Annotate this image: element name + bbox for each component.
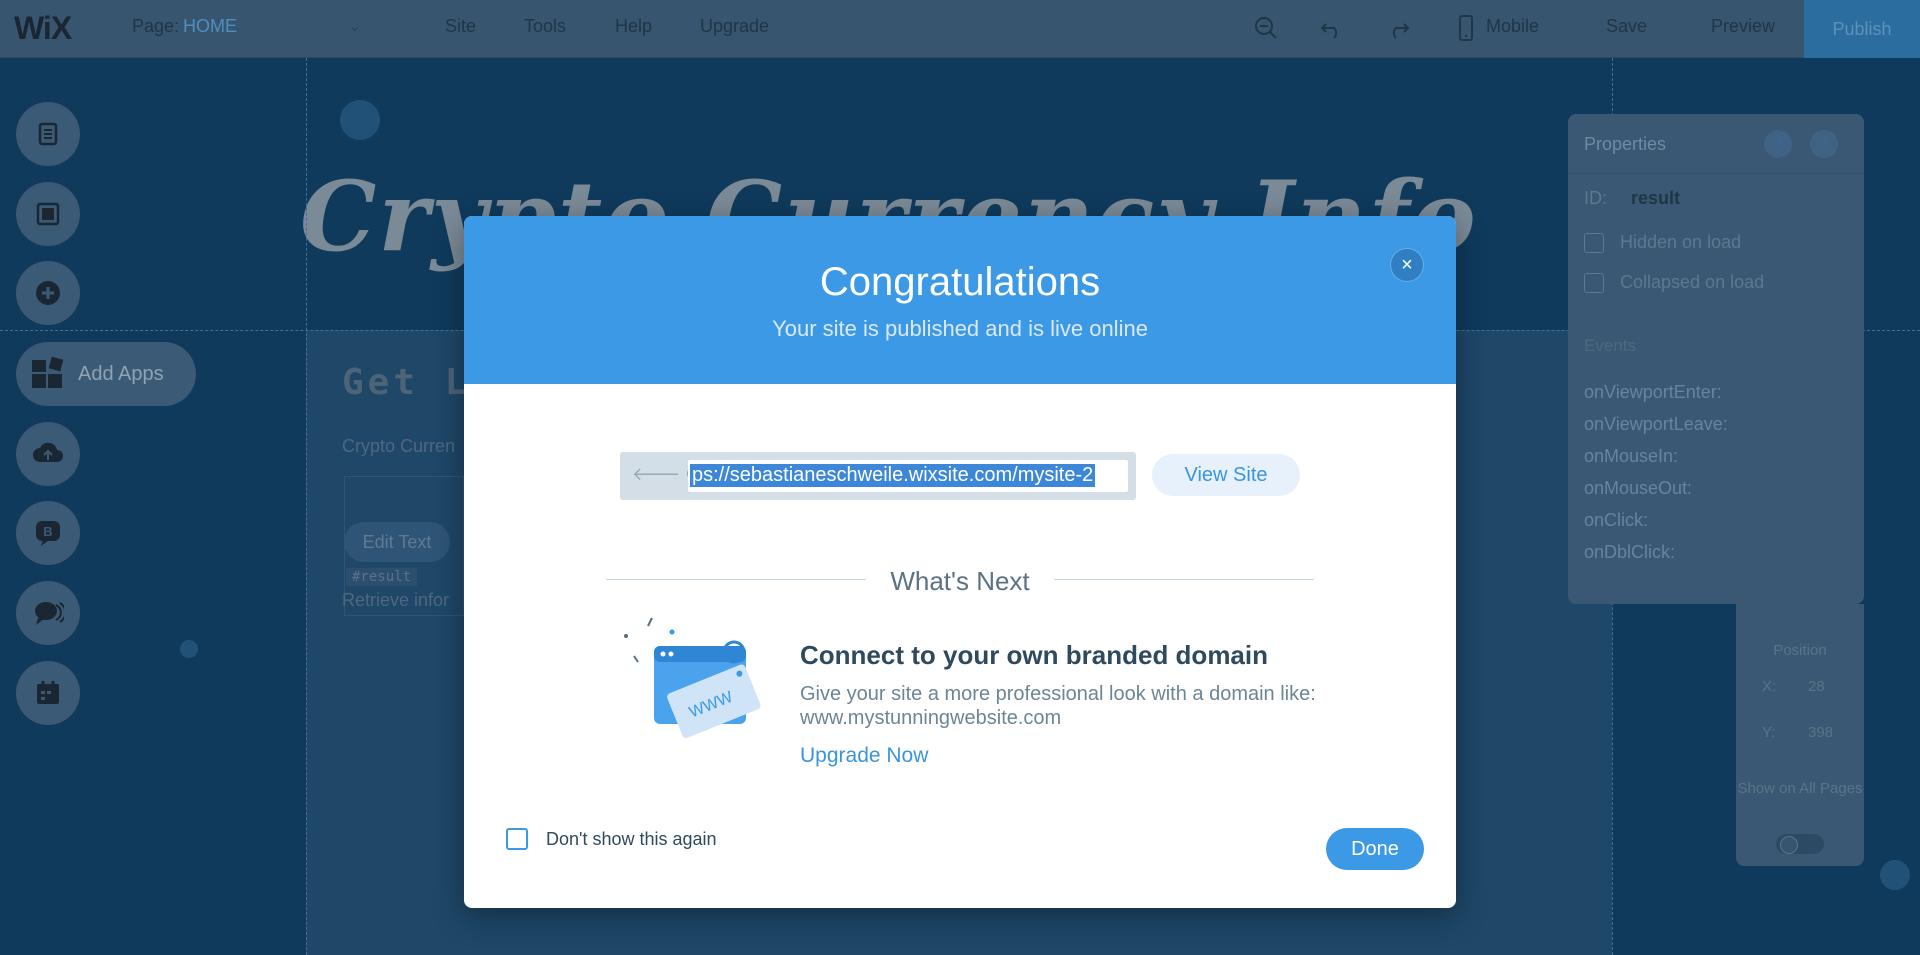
collapsed-on-load-row[interactable]: Collapsed on load: [1584, 272, 1765, 294]
dont-show-again-label: Don't show this again: [546, 828, 717, 849]
retrieve-text: Retrieve infor: [342, 590, 450, 610]
publish-success-dialog: Congratulations Your site is published a…: [464, 216, 1456, 908]
bg-dot: [180, 640, 198, 658]
event-on-mouse-in[interactable]: onMouseIn:: [1584, 446, 1678, 467]
bookings-button[interactable]: [16, 661, 80, 725]
help-icon[interactable]: ?: [1764, 130, 1792, 158]
wix-logo: WiX: [14, 10, 72, 46]
whats-next-heading: What's Next: [890, 566, 1030, 596]
site-url-bar: 🡐⟳ ps://sebastianeschweile.wixsite.com/m…: [620, 452, 1136, 500]
preview-button[interactable]: Preview: [1711, 16, 1775, 37]
dialog-header: Congratulations Your site is published a…: [464, 216, 1456, 384]
add-apps-label: Add Apps: [78, 362, 164, 385]
close-icon[interactable]: ×: [1810, 130, 1838, 158]
domain-description: Give your site a more professional look …: [800, 683, 1316, 729]
blog-button[interactable]: B: [16, 501, 80, 565]
dialog-subtitle: Your site is published and is live onlin…: [772, 316, 1148, 341]
id-value[interactable]: result: [1631, 188, 1680, 208]
domain-illustration-icon: WWW: [624, 617, 761, 739]
zoom-out-icon[interactable]: [1252, 14, 1280, 42]
dont-show-again-checkbox[interactable]: [506, 828, 528, 850]
edit-text-button[interactable]: Edit Text: [344, 522, 450, 562]
view-site-button[interactable]: View Site: [1152, 454, 1300, 496]
redo-icon[interactable]: [1384, 14, 1412, 42]
bookings-icon: [37, 681, 59, 704]
menu-site[interactable]: Site: [445, 16, 476, 37]
pages-button[interactable]: [16, 102, 80, 166]
collapsed-on-load-label: Collapsed on load: [1620, 272, 1765, 292]
chat-icon: [35, 602, 64, 625]
properties-title: Properties: [1584, 134, 1667, 154]
event-on-viewport-leave[interactable]: onViewportLeave:: [1584, 414, 1728, 435]
y-value-field[interactable]: 398: [1808, 724, 1833, 741]
event-on-click[interactable]: onClick:: [1584, 510, 1648, 531]
menu-help[interactable]: Help: [615, 16, 652, 37]
properties-header: Properties ? ×: [1568, 114, 1864, 174]
save-button[interactable]: Save: [1606, 16, 1647, 37]
show-on-all-pages-toggle[interactable]: [1776, 834, 1824, 854]
top-bar: WiX Page: HOME ⌄ Site Tools Help Upgrade …: [0, 0, 1920, 58]
position-panel: Position X: 28 Y: 398 Show on All Pages: [1736, 604, 1864, 866]
x-value-field[interactable]: 28: [1808, 678, 1825, 695]
id-row: ID: result: [1584, 188, 1680, 209]
hidden-on-load-checkbox[interactable]: [1584, 233, 1604, 254]
menu-upgrade[interactable]: Upgrade: [700, 16, 769, 37]
guide-line: [306, 58, 307, 955]
hidden-on-load-row[interactable]: Hidden on load: [1584, 232, 1742, 254]
event-on-mouse-out[interactable]: onMouseOut:: [1584, 478, 1692, 499]
id-label: ID:: [1584, 188, 1608, 208]
add-apps-button[interactable]: Add Apps: [16, 342, 196, 406]
show-on-all-pages-label: Show on All Pages: [1737, 780, 1863, 797]
page-selector[interactable]: Page: HOME: [132, 16, 237, 37]
publish-button[interactable]: Publish: [1804, 0, 1920, 58]
site-url-field[interactable]: ps://sebastianeschweile.wixsite.com/mysi…: [688, 460, 1128, 492]
done-button[interactable]: Done: [1326, 828, 1424, 870]
collapsed-on-load-checkbox[interactable]: [1584, 273, 1604, 294]
site-url-text[interactable]: ps://sebastianeschweile.wixsite.com/mysi…: [690, 464, 1096, 487]
chevron-down-icon[interactable]: ⌄: [348, 16, 361, 36]
menu-tools[interactable]: Tools: [524, 16, 566, 37]
event-on-dbl-click[interactable]: onDblClick:: [1584, 542, 1675, 563]
result-id-tag: #result: [346, 568, 418, 586]
pages-icon: [38, 122, 58, 146]
x-label: X:: [1762, 678, 1777, 695]
hidden-on-load-label: Hidden on load: [1620, 232, 1742, 252]
background-icon: [36, 202, 60, 226]
svg-text:B: B: [43, 524, 52, 539]
upload-icon: [33, 442, 63, 462]
domain-title: Connect to your own branded domain: [800, 640, 1268, 670]
close-icon[interactable]: ×: [1390, 248, 1424, 282]
bg-dot: [1880, 860, 1910, 890]
blog-icon: B: [36, 521, 60, 546]
add-button[interactable]: [16, 261, 80, 325]
dialog-title: Congratulations: [819, 260, 1101, 304]
dont-show-again-row[interactable]: Don't show this again: [506, 828, 717, 850]
event-on-viewport-enter[interactable]: onViewportEnter:: [1584, 382, 1722, 403]
undo-icon[interactable]: [1318, 14, 1346, 42]
mobile-button[interactable]: Mobile: [1486, 16, 1539, 37]
crypto-text: Crypto Curren: [342, 436, 456, 456]
back-arrow-icon: 🡐: [632, 464, 687, 484]
page-label: Page:: [132, 16, 180, 36]
mobile-icon[interactable]: [1452, 14, 1480, 42]
apps-icon: [32, 356, 64, 388]
chat-button[interactable]: [16, 581, 80, 645]
bg-dot: [340, 100, 380, 140]
y-label: Y:: [1762, 724, 1776, 741]
add-icon: [36, 281, 60, 305]
properties-panel: Properties ? × ID: result Hidden on load …: [1568, 114, 1864, 604]
page-name: HOME: [183, 16, 238, 36]
upgrade-now-link[interactable]: Upgrade Now: [800, 744, 928, 768]
upload-button[interactable]: [16, 422, 80, 486]
position-title: Position: [1773, 642, 1827, 659]
events-label: Events: [1584, 336, 1636, 355]
background-button[interactable]: [16, 182, 80, 246]
